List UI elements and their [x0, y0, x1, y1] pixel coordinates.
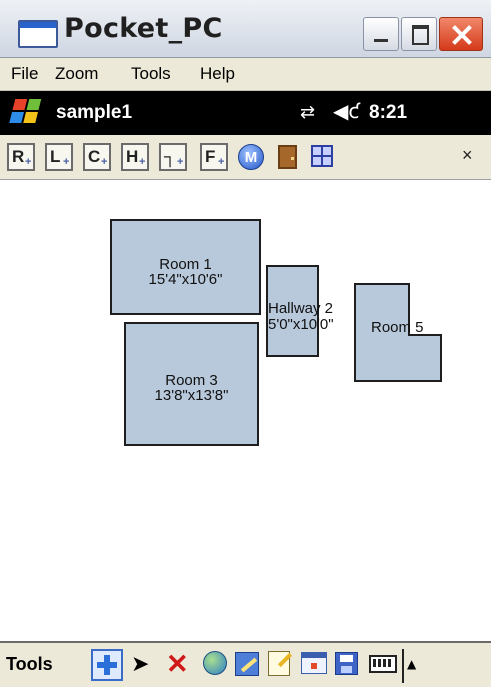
clock-time[interactable]: 8:21	[369, 102, 407, 124]
window-title: Pocket_PC	[64, 13, 223, 44]
tools-menu-button[interactable]: Tools	[6, 654, 53, 675]
menu-zoom[interactable]: Zoom	[55, 64, 98, 84]
plus-icon: +	[25, 156, 32, 168]
window-app-icon	[18, 20, 58, 48]
keyboard-icon[interactable]	[369, 655, 397, 673]
menu-file[interactable]: File	[11, 64, 38, 84]
window-title-bar[interactable]: Pocket_PC	[0, 0, 491, 58]
connectivity-icon[interactable]: ⇄	[300, 102, 315, 123]
add-l-room-button[interactable]: L +	[45, 143, 73, 171]
add-h-room-button[interactable]: H +	[121, 143, 149, 171]
menu-help[interactable]: Help	[200, 64, 235, 84]
document-title: sample1	[56, 102, 133, 123]
close-button[interactable]	[439, 17, 483, 51]
hallway-2-name: Hallway 2	[268, 300, 334, 317]
drawing-toolbar: R + L + C + H + ┐ + F + M ×	[0, 135, 491, 180]
add-c-room-button[interactable]: C +	[83, 143, 111, 171]
maximize-button[interactable]	[401, 17, 437, 51]
volume-icon[interactable]: ◀ƈ	[333, 99, 359, 123]
hallway-2-dimensions: 5'0"x10'0"	[268, 316, 334, 333]
delete-icon[interactable]: ✕	[166, 649, 189, 680]
room-3-dimensions: 13'8"x13'8"	[154, 387, 229, 404]
device-status-bar: sample1 ⇄ ◀ƈ 8:21	[0, 91, 491, 135]
add-rectangle-room-button[interactable]: R +	[7, 143, 35, 171]
floor-plan-canvas[interactable]: Room 1 15'4"x10'6" Hallway 2 5'0"x10'0" …	[0, 181, 491, 641]
tool-letter: C	[88, 147, 101, 166]
plus-icon: +	[63, 156, 70, 168]
tool-letter: H	[126, 147, 139, 166]
minimize-button[interactable]	[363, 17, 399, 51]
measure-icon[interactable]: M	[238, 144, 264, 170]
chevron-up-icon: ▲	[407, 657, 417, 671]
room-1-dimensions: 15'4"x10'6"	[148, 271, 223, 288]
add-free-room-button[interactable]: F +	[200, 143, 228, 171]
satellite-icon[interactable]	[203, 651, 227, 675]
save-icon[interactable]	[335, 652, 358, 675]
tool-letter: ┐	[164, 147, 177, 166]
note-icon[interactable]	[268, 651, 290, 676]
edit-icon[interactable]	[235, 652, 259, 676]
tool-letter: L	[50, 147, 61, 166]
tool-letter: R	[12, 147, 25, 166]
plus-icon: +	[139, 156, 146, 168]
close-toolbar-icon[interactable]: ×	[462, 145, 473, 166]
add-polygon-room-button[interactable]: ┐ +	[159, 143, 187, 171]
tool-letter: F	[205, 147, 216, 166]
plus-icon: +	[101, 156, 108, 168]
door-icon[interactable]	[278, 145, 297, 169]
windows-flag-icon[interactable]	[9, 99, 43, 125]
room-5-name: Room 5	[371, 319, 424, 336]
plus-icon: +	[218, 156, 225, 168]
view-icon[interactable]	[301, 652, 327, 674]
menu-bar: File Zoom Tools Help	[0, 58, 491, 91]
menu-tools[interactable]: Tools	[131, 64, 171, 84]
bottom-toolbar: Tools ➤ ✕ ▲	[0, 641, 491, 687]
window-icon[interactable]	[311, 145, 333, 167]
input-panel-arrow-button[interactable]: ▲	[402, 649, 416, 683]
pointer-icon[interactable]: ➤	[131, 652, 149, 677]
add-icon[interactable]	[91, 649, 123, 681]
plus-icon: +	[177, 156, 184, 168]
